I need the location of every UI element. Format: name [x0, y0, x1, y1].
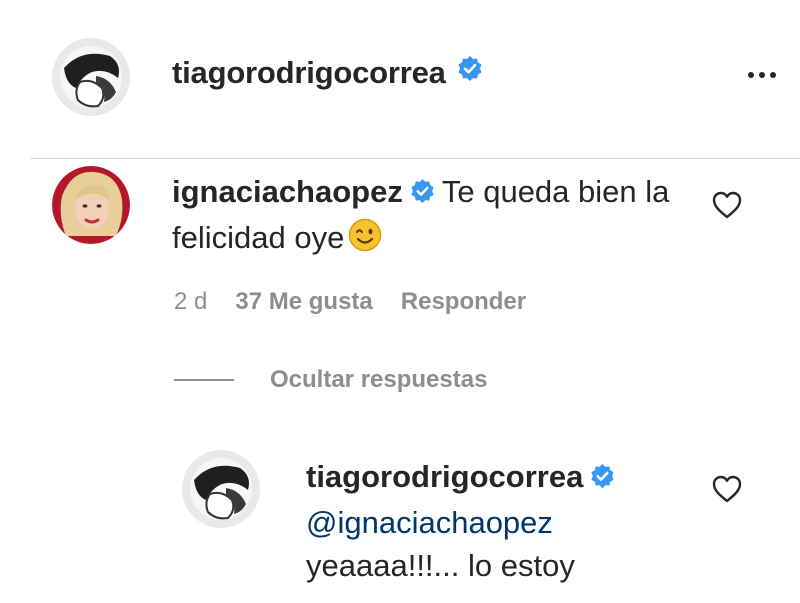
- more-dot: [759, 72, 765, 78]
- comment-like-count[interactable]: 37 Me gusta: [235, 288, 372, 316]
- comment-meta-row: 2 d 37 Me gusta Responder: [174, 288, 526, 316]
- commenter-username[interactable]: ignaciachaopez: [172, 174, 403, 209]
- replies-line-divider: [174, 379, 234, 381]
- reply-body: tiagorodrigocorrea @ignaciachaopez yeaaa…: [306, 455, 686, 587]
- header-divider: [30, 158, 800, 159]
- author-avatar[interactable]: [52, 38, 130, 116]
- winking-face-emoji-icon: [348, 218, 382, 263]
- commenter-avatar[interactable]: [52, 166, 130, 244]
- verified-badge-icon: [456, 55, 484, 91]
- verified-badge-icon: [589, 458, 616, 501]
- reply-like-heart-icon[interactable]: [711, 474, 743, 509]
- more-dot: [770, 72, 776, 78]
- verified-badge-icon: [409, 173, 436, 216]
- reply-avatar-photo: [182, 450, 260, 528]
- reply-button[interactable]: Responder: [401, 288, 526, 316]
- hide-replies-label: Ocultar respuestas: [270, 366, 488, 393]
- post-author-header: tiagorodrigocorrea: [172, 55, 484, 91]
- hide-replies-button[interactable]: Ocultar respuestas: [174, 366, 487, 394]
- post-author-username[interactable]: tiagorodrigocorrea: [172, 55, 446, 91]
- reply-message: yeaaaa!!!... lo estoy: [306, 548, 575, 583]
- commenter-avatar-photo: [52, 166, 130, 244]
- reply-author-username[interactable]: tiagorodrigocorrea: [306, 459, 583, 494]
- comment-body: ignaciachaopez Te queda bien la felicidad…: [172, 170, 682, 263]
- more-options-icon[interactable]: [742, 60, 782, 90]
- comment-like-heart-icon[interactable]: [711, 190, 743, 225]
- more-dot: [748, 72, 754, 78]
- reply-author-avatar[interactable]: [182, 450, 260, 528]
- author-avatar-photo: [52, 38, 130, 116]
- reply-mention-link[interactable]: @ignaciachaopez: [306, 505, 553, 540]
- comment-timestamp: 2 d: [174, 288, 208, 315]
